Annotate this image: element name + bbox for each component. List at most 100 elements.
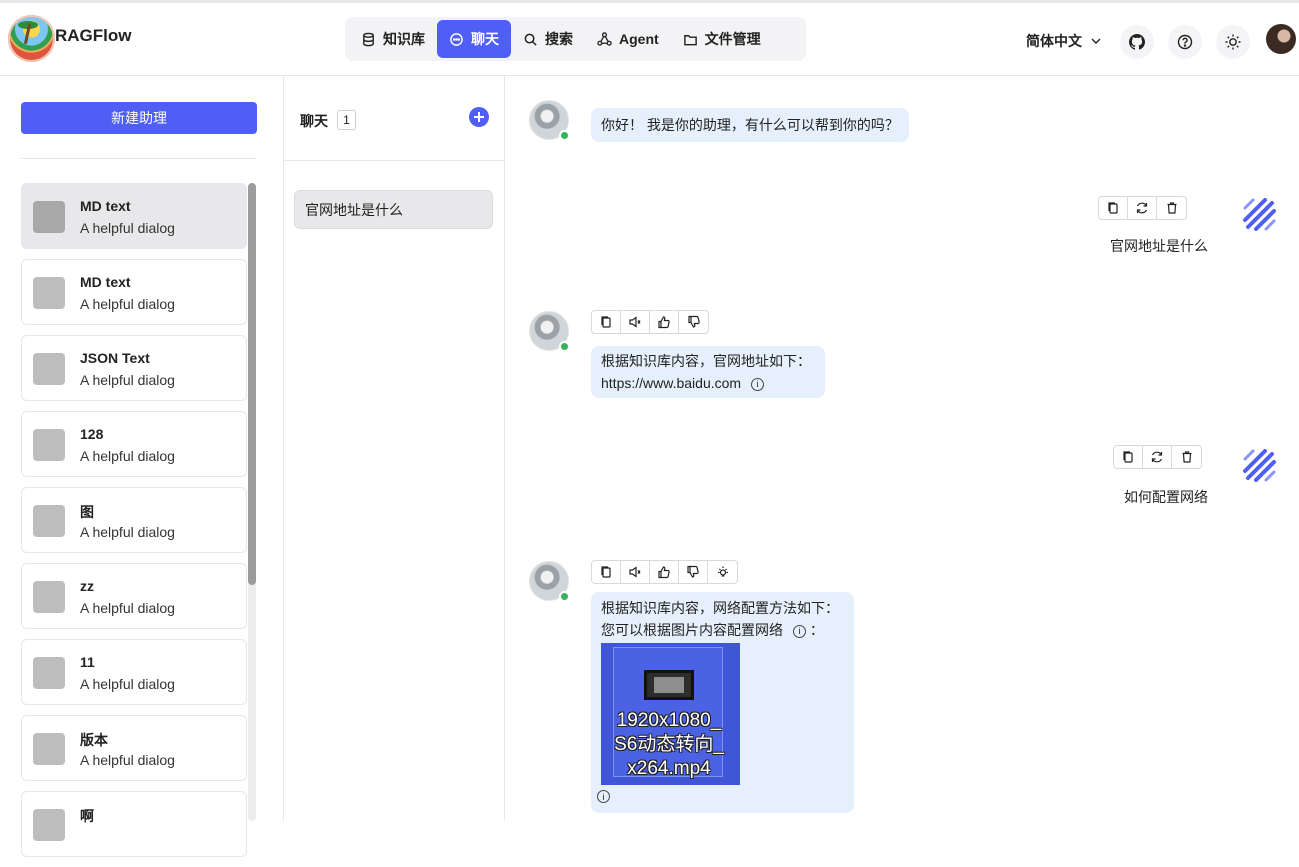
assistant-card[interactable]: 128 A helpful dialog: [21, 411, 247, 477]
info-icon[interactable]: i: [597, 790, 610, 803]
user-logo-icon: [1239, 445, 1279, 485]
assistant-name: MD text: [80, 198, 131, 214]
assistant-card[interactable]: 图 A helpful dialog: [21, 487, 247, 553]
theme-toggle-button[interactable]: [1216, 25, 1250, 59]
thumbs-up-icon: [658, 566, 670, 579]
nav-item-file-management[interactable]: 文件管理: [671, 20, 773, 58]
user-message: 如何配置网络: [1124, 489, 1208, 505]
copy-button[interactable]: [1114, 446, 1143, 468]
assistant-avatar: [529, 311, 570, 352]
assistant-card[interactable]: MD text A helpful dialog: [21, 259, 247, 325]
regenerate-button[interactable]: [1128, 197, 1157, 219]
like-button[interactable]: [650, 311, 679, 333]
assistant-name: JSON Text: [80, 350, 150, 366]
chat-area: 你好！ 我是你的助理，有什么可以帮到你的吗？ 官网地址是什么 根据知识库内容，官…: [505, 76, 1299, 821]
delete-button[interactable]: [1157, 197, 1186, 219]
assistant-thumbnail: [33, 505, 65, 537]
copy-icon: [1108, 202, 1118, 214]
github-icon: [1129, 34, 1145, 50]
assistant-card[interactable]: 版本 A helpful dialog: [21, 715, 247, 781]
video-thumbnail: 1920x1080_S6动态转向_x264.mp4: [613, 647, 724, 779]
ragflow-logo-icon[interactable]: [8, 15, 55, 62]
conversation-panel: 聊天 1 官网地址是什么: [284, 76, 505, 821]
read-aloud-button[interactable]: [621, 311, 650, 333]
assistant-card[interactable]: zz A helpful dialog: [21, 563, 247, 629]
main-nav: 知识库 聊天 搜索 Agent 文件管理: [345, 17, 806, 61]
answer-line: https://www.baidu.com i: [601, 372, 815, 394]
assistant-avatar: [529, 100, 570, 141]
new-assistant-button[interactable]: 新建助理: [21, 102, 257, 134]
language-selector[interactable]: 简体中文: [1026, 31, 1102, 51]
nav-item-agent[interactable]: Agent: [585, 20, 671, 58]
prompt-button[interactable]: [708, 561, 737, 583]
chat-bubble-icon: [450, 32, 463, 46]
nav-item-chat[interactable]: 聊天: [437, 20, 511, 58]
copy-button[interactable]: [592, 311, 621, 333]
assistant-avatar: [529, 561, 570, 602]
sidebar-scrollbar[interactable]: [248, 183, 256, 821]
lightbulb-icon: [717, 566, 728, 577]
top-header: RAGFlow 知识库 聊天 搜索 Agent 文件管理 简体中文: [0, 3, 1299, 76]
trash-icon: [1182, 451, 1191, 463]
conversation-count-badge: 1: [337, 110, 356, 130]
like-button[interactable]: [650, 561, 679, 583]
trash-icon: [1167, 202, 1176, 214]
refresh-icon: [1136, 202, 1148, 214]
assistant-description: A helpful dialog: [80, 524, 175, 540]
assistant-name: zz: [80, 578, 94, 594]
assistant-card[interactable]: MD text A helpful dialog: [21, 183, 247, 249]
scrollbar-thumb[interactable]: [248, 183, 256, 585]
assistant-sidebar: 新建助理 MD text A helpful dialog MD text A …: [0, 76, 284, 857]
assistant-thumbnail: [33, 201, 65, 233]
online-status-dot: [559, 591, 570, 602]
info-icon[interactable]: i: [793, 624, 806, 638]
speaker-icon: [629, 316, 641, 328]
refresh-icon: [1151, 451, 1163, 463]
assistant-name: 11: [80, 654, 95, 670]
answer-link[interactable]: https://www.baidu.com: [601, 375, 741, 391]
read-aloud-button[interactable]: [621, 561, 650, 583]
assistant-message: 根据知识库内容，官网地址如下： https://www.baidu.com i: [591, 346, 825, 398]
nav-label: Agent: [619, 31, 659, 47]
assistant-list: MD text A helpful dialog MD text A helpf…: [21, 183, 247, 867]
assistant-card[interactable]: 11 A helpful dialog: [21, 639, 247, 705]
copy-icon: [601, 316, 611, 328]
assistant-message: 你好！ 我是你的助理，有什么可以帮到你的吗？: [591, 108, 909, 142]
answer-line: 您可以根据图片内容配置网络 i ：: [601, 622, 824, 638]
regenerate-button[interactable]: [1143, 446, 1172, 468]
chevron-down-icon: [1091, 38, 1101, 44]
info-icon[interactable]: i: [751, 377, 765, 391]
nav-item-knowledge-base[interactable]: 知识库: [349, 20, 437, 58]
github-button[interactable]: [1120, 25, 1154, 59]
assistant-card[interactable]: JSON Text A helpful dialog: [21, 335, 247, 401]
copy-button[interactable]: [1099, 197, 1128, 219]
assistant-description: A helpful dialog: [80, 600, 175, 616]
user-message: 官网地址是什么: [1110, 238, 1208, 254]
user-message-toolbar: [1113, 445, 1202, 469]
user-avatar[interactable]: [1266, 24, 1296, 54]
video-attachment[interactable]: 1920x1080_S6动态转向_x264.mp4: [601, 643, 740, 785]
user-logo-icon: [1239, 194, 1279, 234]
film-icon: [644, 670, 694, 700]
dislike-button[interactable]: [679, 311, 708, 333]
nav-item-search[interactable]: 搜索: [511, 20, 585, 58]
divider: [21, 158, 257, 159]
delete-button[interactable]: [1172, 446, 1201, 468]
speaker-icon: [629, 566, 641, 578]
assistant-description: A helpful dialog: [80, 752, 175, 768]
dislike-button[interactable]: [679, 561, 708, 583]
assistant-card[interactable]: 啊: [21, 791, 247, 857]
help-button[interactable]: [1168, 25, 1202, 59]
assistant-thumbnail: [33, 657, 65, 689]
add-conversation-button[interactable]: [469, 107, 489, 127]
copy-button[interactable]: [592, 561, 621, 583]
assistant-thumbnail: [33, 809, 65, 841]
question-circle-icon: [1177, 34, 1193, 50]
assistant-name: MD text: [80, 274, 131, 290]
assistant-thumbnail: [33, 581, 65, 613]
assistant-thumbnail: [33, 733, 65, 765]
video-filename: 1920x1080_S6动态转向_x264.mp4: [614, 710, 724, 779]
conversation-item[interactable]: 官网地址是什么: [294, 190, 493, 229]
nav-label: 知识库: [383, 31, 425, 47]
sun-icon: [1225, 34, 1241, 50]
